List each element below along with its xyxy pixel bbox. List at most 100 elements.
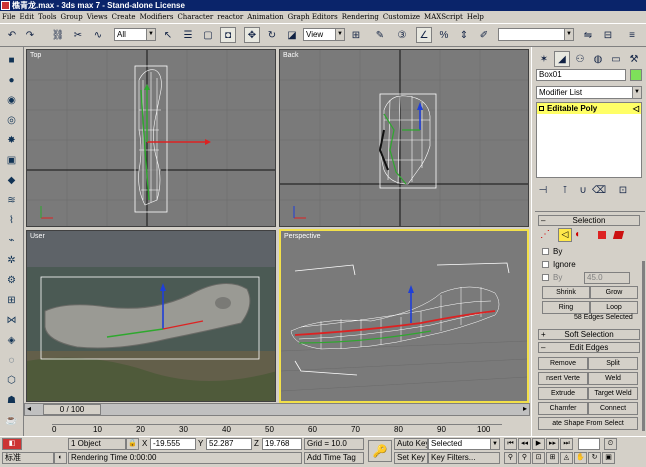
select-by-name-icon[interactable]: ☰ <box>180 27 196 43</box>
create-sphere-icon[interactable]: ● <box>4 73 19 87</box>
track-bar[interactable]: 0 10 20 30 40 50 60 70 80 90 100 <box>24 416 530 436</box>
remove-modifier-icon[interactable]: ⌫ <box>592 183 606 197</box>
maximize-viewport-icon[interactable]: ▣ <box>602 452 615 464</box>
time-slider-thumb[interactable]: 0 / 100 <box>43 404 101 415</box>
viewport-top[interactable]: Top <box>26 49 276 227</box>
menu-customize[interactable]: Customize <box>381 11 422 23</box>
named-selection-dropdown[interactable]: ▼ <box>498 28 574 41</box>
polygon-level-icon[interactable] <box>598 231 606 239</box>
named-selection-icon[interactable]: ✐ <box>476 27 492 43</box>
menu-help[interactable]: Help <box>465 11 486 23</box>
menu-graph-editors[interactable]: Graph Editors <box>286 11 340 23</box>
zoom-extents-icon[interactable]: ⊡ <box>532 452 545 464</box>
object-name-field[interactable]: Box01 <box>536 69 626 81</box>
shrink-button[interactable]: Shrink <box>542 286 590 299</box>
make-unique-icon[interactable]: ∪ <box>576 183 590 197</box>
menu-file[interactable]: File <box>0 11 17 23</box>
previous-frame-icon[interactable]: ◂◂ <box>518 438 531 450</box>
current-frame-field[interactable] <box>578 438 600 450</box>
time-slider[interactable]: 0 / 100 ◂ ▸ <box>24 403 530 416</box>
menu-edit[interactable]: Edit <box>17 11 36 23</box>
go-to-start-icon[interactable]: ⏮ <box>504 438 517 450</box>
display-tab-icon[interactable]: ▭ <box>608 51 624 67</box>
z-coord-field[interactable]: 19.768 <box>262 438 302 450</box>
hierarchy-tab-icon[interactable]: ⚇ <box>572 51 588 67</box>
chamfer-button[interactable]: Chamfer <box>538 402 588 415</box>
element-level-icon[interactable] <box>612 231 625 239</box>
modifier-list-dropdown[interactable]: Modifier List ▼ <box>536 86 642 99</box>
redo-icon[interactable]: ↷ <box>22 27 38 43</box>
play-icon[interactable]: ▶ <box>532 438 545 450</box>
edge-level-icon[interactable]: ◁ <box>558 228 572 242</box>
insert-vertex-button[interactable]: nsert Verte <box>538 372 588 385</box>
undo-icon[interactable]: ↶ <box>4 27 20 43</box>
key-filters-button[interactable]: Key Filters... <box>428 452 500 464</box>
menu-tools[interactable]: Tools <box>36 11 58 23</box>
modifier-twist-icon[interactable]: ✲ <box>4 253 19 267</box>
material-icon[interactable]: ⬡ <box>4 373 19 387</box>
zoom-all-icon[interactable]: ⚲ <box>518 452 531 464</box>
menu-create[interactable]: Create <box>110 11 138 23</box>
by-vertex-checkbox[interactable] <box>542 248 549 255</box>
add-time-tag-button[interactable]: Add Time Tag <box>304 452 364 464</box>
create-shape-icon[interactable]: ≋ <box>4 193 19 207</box>
ref-coord-dropdown[interactable]: View ▼ <box>303 28 345 41</box>
create-tab-icon[interactable]: ✶ <box>536 51 552 67</box>
create-box-icon[interactable]: ■ <box>4 53 19 67</box>
remove-button[interactable]: Remove <box>538 357 588 370</box>
modifier-taper-icon[interactable]: ⌁ <box>4 233 19 247</box>
loop-button[interactable]: Loop <box>590 301 638 314</box>
command-panel-scrollbar[interactable] <box>642 261 645 431</box>
ime-mode-icon[interactable]: ◐ <box>54 452 67 464</box>
select-move-icon[interactable]: ✥ <box>244 27 260 43</box>
connect-button[interactable]: Connect <box>588 402 638 415</box>
expand-icon[interactable] <box>539 106 544 111</box>
viewport-user[interactable]: User <box>26 230 276 402</box>
lock-selection-icon[interactable]: 🔒 <box>126 438 139 450</box>
angle-snap-icon[interactable]: ∠ <box>416 27 432 43</box>
key-mode-dropdown[interactable]: Selected ▼ <box>428 438 500 450</box>
unlink-icon[interactable]: ✂ <box>70 27 86 43</box>
menu-character[interactable]: Character <box>175 11 215 23</box>
configure-sets-icon[interactable]: ⊡ <box>616 183 630 197</box>
layer-manager-icon[interactable]: ≡ <box>624 27 640 43</box>
ime-indicator[interactable]: 标准 <box>2 452 54 464</box>
field-of-view-icon[interactable]: ◬ <box>560 452 573 464</box>
ring-button[interactable]: Ring <box>542 301 590 314</box>
selection-rollout-header[interactable]: – Selection <box>538 215 640 226</box>
zoom-icon[interactable]: ⚲ <box>504 452 517 464</box>
x-coord-field[interactable]: -19.555 <box>150 438 196 450</box>
create-shape-button[interactable]: ate Shape From Select <box>538 417 638 430</box>
edit-edges-rollout-header[interactable]: – Edit Edges <box>538 342 640 353</box>
utilities-tab-icon[interactable]: ⚒ <box>626 51 642 67</box>
viewport-back[interactable]: Back <box>279 49 529 227</box>
selection-filter-dropdown[interactable]: All ▼ <box>114 28 156 41</box>
create-light-icon[interactable]: ✸ <box>4 133 19 147</box>
next-frame-icon[interactable]: ▸ <box>523 404 527 413</box>
mirror-icon[interactable]: ⇋ <box>580 27 596 43</box>
viewport-perspective[interactable]: Perspective <box>279 229 529 403</box>
grow-button[interactable]: Grow <box>590 286 638 299</box>
extrude-button[interactable]: Extrude <box>538 387 588 400</box>
by-angle-checkbox[interactable] <box>542 274 549 281</box>
bind-space-warp-icon[interactable]: ∿ <box>90 27 106 43</box>
weld-button[interactable]: Weld <box>588 372 638 385</box>
soft-selection-rollout-header[interactable]: + Soft Selection <box>538 329 640 340</box>
vertex-level-icon[interactable]: ⋰ <box>540 229 550 240</box>
teapot-icon[interactable]: ☕ <box>4 413 19 427</box>
modifier-lattice-icon[interactable]: ⋈ <box>4 313 19 327</box>
menu-animation[interactable]: Animation <box>245 11 285 23</box>
arc-rotate-icon[interactable]: ↻ <box>588 452 601 464</box>
select-rotate-icon[interactable]: ↻ <box>264 27 280 43</box>
render-icon[interactable]: ☗ <box>4 393 19 407</box>
selection-region-icon[interactable]: ▢ <box>200 27 216 43</box>
stack-item-editable-poly[interactable]: Editable Poly ◁ <box>537 103 641 114</box>
object-color-swatch[interactable] <box>630 69 642 81</box>
window-crossing-icon[interactable]: ◘ <box>220 27 236 43</box>
select-scale-icon[interactable]: ◪ <box>284 27 300 43</box>
modifier-noise-icon[interactable]: ⚙ <box>4 273 19 287</box>
pan-icon[interactable]: ✋ <box>574 452 587 464</box>
modify-tab-icon[interactable]: ◢ <box>554 51 570 67</box>
zoom-extents-all-icon[interactable]: ⊞ <box>546 452 559 464</box>
create-cylinder-icon[interactable]: ◉ <box>4 93 19 107</box>
